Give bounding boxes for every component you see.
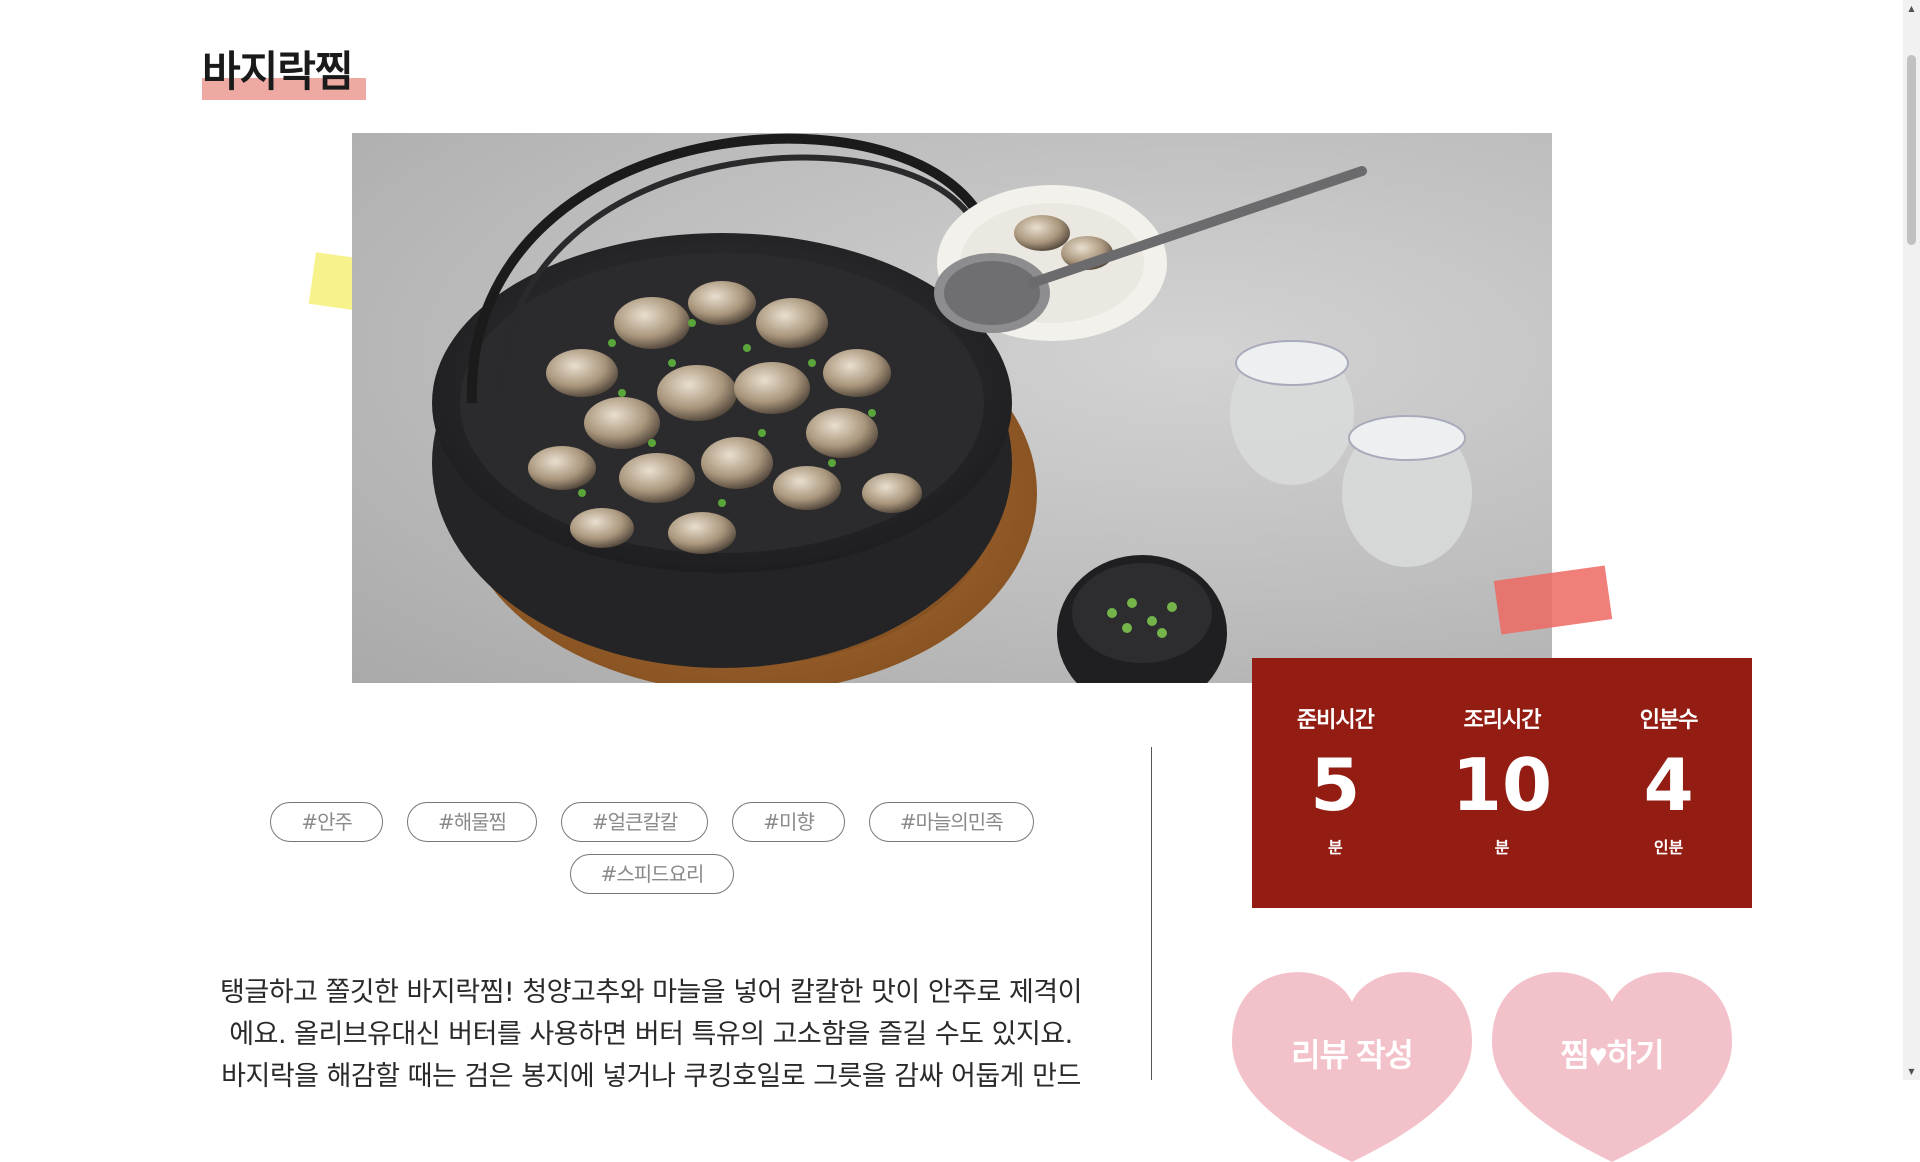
scrollbar-thumb[interactable] bbox=[1907, 55, 1916, 245]
write-review-label: 리뷰 작성 bbox=[1291, 1037, 1414, 1073]
recipe-description: 탱글하고 쫄깃한 바지락찜! 청양고추와 마늘을 넣어 칼칼한 맛이 안주로 제… bbox=[220, 977, 1082, 1092]
favorite-suffix: 하기 bbox=[1606, 1037, 1665, 1073]
recipe-info-box: 준비시간 5 분 조리시간 10 분 인분수 4 인분 bbox=[1252, 658, 1752, 908]
servings-unit: 인분 bbox=[1653, 838, 1684, 857]
servings: 인분수 4 인분 bbox=[1594, 702, 1744, 858]
prep-time-label: 준비시간 bbox=[1296, 708, 1375, 733]
cook-time-value: 10 bbox=[1451, 743, 1553, 827]
steamed-clams-illustration bbox=[432, 133, 1472, 683]
tag-chip[interactable]: #해물찜 bbox=[406, 802, 537, 842]
cook-time-unit: 분 bbox=[1494, 838, 1510, 857]
tag-list: #안주 #해물찜 #얼큰칼칼 #미향 #마늘의민족 #스피드요리 bbox=[252, 802, 1052, 894]
triangle-down-icon[interactable]: ▼ bbox=[1903, 1063, 1920, 1080]
prep-time-unit: 분 bbox=[1327, 838, 1343, 857]
cook-time-label: 조리시간 bbox=[1463, 708, 1542, 733]
servings-label: 인분수 bbox=[1639, 708, 1699, 733]
tag-chip[interactable]: #스피드요리 bbox=[569, 854, 735, 894]
cook-time: 조리시간 10 분 bbox=[1427, 702, 1577, 858]
tag-chip[interactable]: #얼큰칼칼 bbox=[560, 802, 709, 842]
tag-chip[interactable]: #미향 bbox=[732, 802, 845, 842]
recipe-title-block: 바지락찜 bbox=[202, 44, 366, 100]
tag-chip[interactable]: #안주 bbox=[270, 802, 383, 842]
prep-time-value: 5 bbox=[1310, 743, 1361, 827]
save-favorite-button[interactable]: 찜♥하기 bbox=[1492, 962, 1732, 1162]
prep-time: 준비시간 5 분 bbox=[1260, 702, 1410, 858]
small-heart-icon: ♥ bbox=[1588, 1037, 1608, 1073]
servings-value: 4 bbox=[1643, 743, 1694, 827]
recipe-title: 바지락찜 bbox=[202, 47, 354, 96]
save-favorite-label: 찜♥하기 bbox=[1492, 1030, 1732, 1076]
tag-chip[interactable]: #마늘의민족 bbox=[868, 802, 1034, 842]
triangle-up-icon[interactable]: ▲ bbox=[1903, 0, 1920, 17]
vertical-divider bbox=[1151, 747, 1152, 1080]
page-scrollbar[interactable]: ▲ ▼ bbox=[1903, 0, 1920, 1080]
favorite-prefix: 찜 bbox=[1560, 1037, 1589, 1073]
recipe-photo bbox=[352, 133, 1552, 683]
write-review-button[interactable]: 리뷰 작성 bbox=[1232, 962, 1472, 1162]
